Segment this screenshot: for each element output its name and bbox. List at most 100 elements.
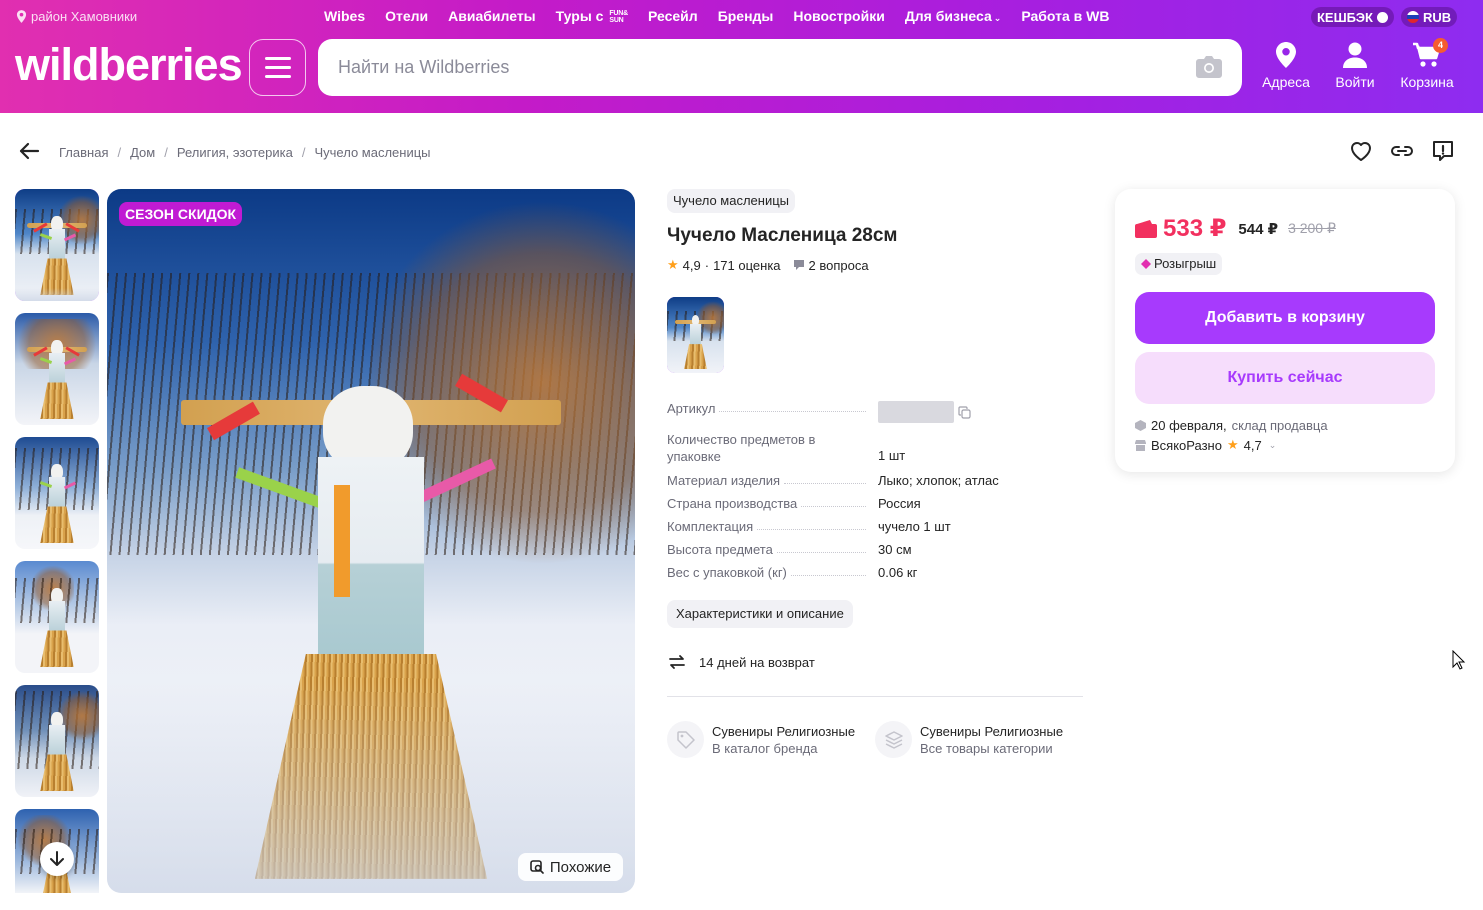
spec-key: Материал изделия [667, 473, 781, 488]
nav-tours[interactable]: Туры с FUN& SUN [555, 8, 629, 25]
report-icon[interactable] [1431, 139, 1455, 163]
currency-label: RUB [1423, 9, 1452, 25]
spec-value: Россия [878, 496, 921, 511]
address-button[interactable]: Адреса [1255, 42, 1317, 90]
location-label: район Хамовники [31, 9, 138, 24]
funsun-logo: FUN& SUN [609, 10, 629, 25]
breadcrumb-home[interactable]: Главная [59, 145, 108, 160]
add-to-cart-button[interactable]: Добавить в корзину [1135, 292, 1435, 344]
product-info: Чучело масленицы Чучело Масленица 28см ★… [667, 189, 1083, 758]
search-input[interactable] [318, 39, 1158, 96]
sku-value [878, 401, 954, 423]
heart-icon[interactable] [1349, 139, 1373, 163]
location-pin-icon [1276, 42, 1296, 68]
nav-resale[interactable]: Ресейл [648, 8, 698, 24]
category-catalog-link[interactable]: Сувениры Религиозные Все товары категории [875, 721, 1063, 758]
nav-hotels[interactable]: Отели [385, 8, 428, 24]
currency-selector[interactable]: RUB [1401, 7, 1458, 27]
logo[interactable]: wildberries [15, 38, 243, 92]
spec-value: Лыко; хлопок; атлас [878, 473, 999, 488]
spec-value: 30 см [878, 542, 912, 557]
thumbnail-2[interactable] [15, 313, 99, 425]
category-link-title: Сувениры Религиозные [920, 723, 1063, 739]
nav-flights[interactable]: Авиабилеты [448, 8, 536, 24]
share-link-icon[interactable] [1390, 139, 1414, 163]
cashback-button[interactable]: КЕШБЭК [1311, 7, 1394, 27]
breadcrumb: Главная / Дом / Религия, эзотерика / Чучело… [59, 145, 431, 160]
buy-now-button[interactable]: Купить сейчас [1135, 352, 1435, 404]
brand-link-title: Сувениры Религиозные [712, 723, 855, 739]
rating-separator: · [704, 257, 710, 273]
thumbnail-3[interactable] [15, 437, 99, 549]
similar-button[interactable]: Похожие [518, 853, 623, 881]
brand-chip[interactable]: Чучело масленицы [667, 189, 796, 213]
arrow-down-icon [50, 851, 64, 866]
shop-icon [1135, 439, 1146, 451]
box-icon [1135, 420, 1146, 431]
brand-catalog-link[interactable]: Сувениры Религиозные В каталог бренда [667, 721, 855, 758]
spec-key: Количество предметов в [667, 432, 816, 447]
ratings-count[interactable]: 171 оценка [713, 258, 780, 273]
spec-row: Страна производства Россия [667, 496, 1083, 511]
nav-wibes[interactable]: Wibes [324, 8, 365, 24]
thumbnail-4[interactable] [15, 561, 99, 673]
menu-button[interactable] [249, 39, 306, 96]
location-selector[interactable]: район Хамовники [16, 9, 137, 24]
thumbnails-scroll-down-button[interactable] [40, 842, 74, 876]
catalog-links: Сувениры Религиозные В каталог бренда Сув… [667, 721, 1063, 758]
wallet-icon [1135, 219, 1157, 238]
spec-row: Вес с упаковкой (кг) 0.06 кг [667, 565, 1083, 580]
price-old: 3 200 ₽ [1288, 220, 1336, 236]
spec-row: Количество предметов в упаковке 1 шт [667, 431, 1083, 465]
nav-business[interactable]: Для бизнеса ⌄ [905, 8, 1002, 24]
address-label: Адреса [1262, 74, 1310, 90]
nav-business-label: Для бизнеса [904, 8, 992, 24]
back-arrow-icon[interactable] [18, 141, 40, 161]
breadcrumb-home-category[interactable]: Дом [130, 145, 155, 160]
seller-name: ВсякоРазно [1151, 437, 1222, 453]
main-product-image[interactable] [107, 189, 635, 893]
similar-label: Похожие [549, 858, 612, 876]
spec-key: Комплектация [667, 519, 754, 534]
buy-card: 533 ₽ 544 ₽ 3 200 ₽ Розыгрыш Добавить в … [1115, 189, 1455, 472]
return-policy[interactable]: 14 дней на возврат [667, 653, 815, 671]
login-button[interactable]: Войти [1324, 42, 1386, 90]
breadcrumb-religion[interactable]: Религия, эзотерика [177, 145, 293, 160]
hamburger-line [264, 66, 291, 69]
header-top-row: район Хамовники Wibes Отели Авиабилеты Т… [0, 0, 1483, 34]
header: район Хамовники Wibes Отели Авиабилеты Т… [0, 0, 1483, 113]
characteristics-button[interactable]: Характеристики и описание [667, 600, 853, 628]
specs-list: Артикул Количество предметов в упаковке 1… [667, 401, 1083, 588]
spec-value: 0.06 кг [878, 565, 918, 580]
spec-row: Артикул [667, 401, 1083, 423]
nav-brands[interactable]: Бренды [718, 8, 774, 24]
seller-info[interactable]: ВсякоРазно ★ 4,7 ⌄ [1135, 437, 1276, 453]
price-current: 533 ₽ [1163, 215, 1227, 242]
camera-icon[interactable] [1196, 55, 1222, 79]
questions-count[interactable]: 2 вопроса [809, 258, 869, 273]
color-variant-thumbnail[interactable] [667, 297, 724, 373]
location-pin-icon [16, 10, 27, 23]
divider [667, 696, 1083, 697]
cart-button[interactable]: 4 Корзина [1396, 38, 1458, 90]
copy-icon[interactable] [958, 405, 971, 419]
breadcrumb-current[interactable]: Чучело масленицы [314, 145, 430, 160]
thumbnail-list [15, 189, 99, 893]
russia-flag-icon [1407, 11, 1419, 23]
spec-value: чучело 1 шт [878, 519, 951, 534]
nav-new-buildings[interactable]: Новостройки [793, 8, 884, 24]
seller-rating: 4,7 [1243, 437, 1262, 453]
diamond-icon [1141, 259, 1151, 269]
thumbnail-5[interactable] [15, 685, 99, 797]
raffle-badge[interactable]: Розыгрыш [1135, 253, 1223, 275]
info-icon [1376, 11, 1388, 23]
question-icon [793, 260, 804, 270]
nav-tours-label: Туры с [555, 8, 604, 24]
rating-value[interactable]: 4,9 [683, 258, 701, 273]
chevron-down-icon: ⌄ [993, 13, 1002, 23]
sale-badge: СЕЗОН СКИДОК [119, 202, 243, 226]
thumbnail-1[interactable] [15, 189, 99, 301]
cart-count-badge: 4 [1433, 38, 1448, 53]
nav-jobs[interactable]: Работа в WB [1021, 8, 1109, 24]
delivery-info: 20 февраля, склад продавца [1135, 418, 1328, 433]
